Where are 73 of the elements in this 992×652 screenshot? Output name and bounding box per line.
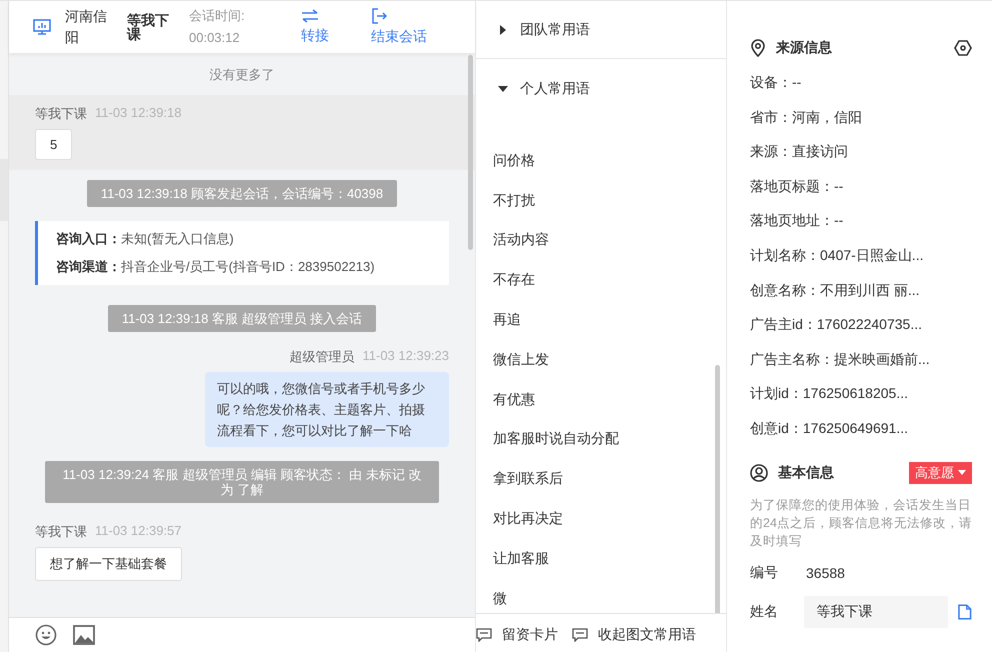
caret-down-icon — [958, 470, 966, 476]
source-field: 创意名称：不用到川西 丽... — [750, 272, 972, 308]
comment-icon — [572, 628, 588, 642]
edit-notice: 为了保障您的使用体验，会话发生当日的24点之后，顾客信息将无法修改，请及时填写 — [750, 496, 972, 550]
scrollbar[interactable] — [715, 365, 720, 613]
monitor-icon — [33, 19, 51, 35]
phrase-group-header[interactable]: 团队常用语 — [476, 1, 726, 59]
location-pin-icon — [750, 39, 766, 57]
scrollbar[interactable] — [468, 55, 473, 250]
caret-right-icon — [498, 24, 508, 34]
customer-location: 河南信阳 — [65, 7, 108, 47]
phrase-item[interactable]: 活动内容 — [476, 220, 726, 260]
footer-button[interactable]: 留资卡片 — [476, 626, 558, 644]
phrase-item[interactable]: 对比再决定 — [476, 499, 726, 539]
source-field: 创意id：176250649691... — [750, 410, 972, 446]
system-message: 11-03 12:39:24 客服 超级管理员 编辑 顾客状态： 由 未标记 改为 了解 — [45, 461, 439, 503]
source-field: 省市：河南，信阳 — [750, 100, 972, 134]
info-value: 抖音企业号/员工号(抖音号ID：2839502213) — [121, 259, 375, 274]
phrase-item[interactable]: 让加客服 — [476, 538, 726, 579]
phrase-group-header[interactable]: 个人常用语 — [476, 59, 726, 115]
field-label: 姓名 — [750, 602, 779, 621]
emoji-icon[interactable] — [35, 624, 57, 646]
session-time-label: 会话时间: — [189, 7, 246, 25]
caret-down-icon — [498, 84, 508, 94]
phrase-item[interactable]: 拿到联系后 — [476, 459, 726, 500]
phrase-item[interactable]: 再追 — [476, 300, 726, 340]
comment-icon — [476, 628, 492, 642]
source-field: 落地页地址：-- — [750, 203, 972, 238]
image-icon[interactable] — [73, 625, 95, 645]
phrase-item[interactable]: 加客服时说自动分配 — [476, 420, 726, 460]
source-field: 计划id：176250618205... — [750, 376, 972, 411]
section-title: 来源信息 — [776, 39, 832, 57]
system-message: 11-03 12:39:18 客服 超级管理员 接入会话 — [108, 305, 376, 332]
source-field: 设备：-- — [750, 65, 972, 100]
message-time: 11-03 12:39:57 — [95, 523, 182, 540]
no-more-notice: 没有更多了 — [208, 66, 276, 84]
intent-tag-dropdown[interactable]: 高意愿 — [909, 462, 972, 484]
message-time: 11-03 12:39:23 — [362, 348, 449, 365]
message-bubble: 5 — [35, 129, 72, 160]
section-title: 基本信息 — [778, 464, 834, 482]
phrase-item[interactable]: 微 — [476, 578, 726, 613]
info-label: 咨询入口： — [56, 231, 121, 246]
phrase-item[interactable]: 问价格 — [476, 141, 726, 181]
sender-name: 等我下课 — [35, 105, 87, 123]
source-field: 广告主id：176022240735... — [750, 307, 972, 342]
phrase-item[interactable]: 不存在 — [476, 260, 726, 300]
info-value: 未知(暂无入口信息) — [121, 231, 234, 246]
system-message: 11-03 12:39:18 顾客发起会话，会话编号：40398 — [86, 180, 398, 207]
sender-name: 等我下课 — [35, 523, 87, 541]
message-bubble: 想了解一下基础套餐 — [35, 547, 182, 581]
phrase-item[interactable]: 不打扰 — [476, 180, 726, 221]
transfer-button[interactable]: 转接 — [301, 9, 329, 45]
customer-name: 等我下课 — [127, 13, 170, 41]
customer-id: 36588 — [806, 564, 845, 581]
source-field: 广告主名称：提米映画婚前... — [750, 342, 972, 376]
name-field[interactable]: 等我下课 — [804, 596, 948, 628]
session-time: 00:03:12 — [189, 29, 241, 47]
end-session-button[interactable]: 结束会话 — [371, 8, 427, 46]
phrase-item[interactable]: 微信上发 — [476, 340, 726, 380]
info-label: 咨询渠道： — [56, 259, 121, 274]
source-field: 来源：直接访问 — [750, 134, 972, 169]
user-icon — [750, 464, 768, 482]
settings-icon[interactable] — [954, 40, 972, 56]
source-field: 落地页标题：-- — [750, 168, 972, 204]
message-bubble: 可以的哦，您微信号或者手机号多少呢？给您发价格表、主题客片、拍摄流程看下，您可以对比了解一下哈 — [205, 372, 449, 447]
phrase-item[interactable]: 有优惠 — [476, 380, 726, 420]
footer-button[interactable]: 收起图文常用语 — [572, 626, 696, 644]
source-field: 计划名称：0407-日照金山... — [750, 238, 972, 273]
swap-arrows-icon — [301, 9, 319, 23]
exit-icon — [371, 8, 387, 24]
copy-icon[interactable] — [958, 604, 972, 620]
field-label: 编号 — [750, 564, 779, 582]
sender-name: 超级管理员 — [290, 348, 354, 366]
